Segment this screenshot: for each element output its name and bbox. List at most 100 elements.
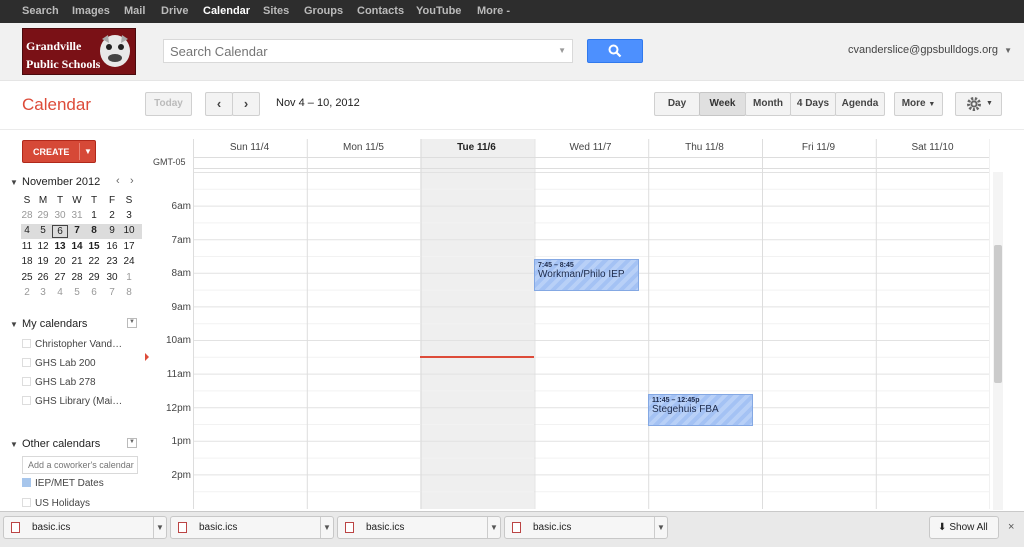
mini-day[interactable]: 2 xyxy=(19,287,35,298)
mini-day[interactable]: 6 xyxy=(52,225,68,239)
download-options-icon[interactable]: ▼ xyxy=(487,517,500,538)
calendar-checkbox[interactable] xyxy=(22,396,31,405)
calendar-checkbox[interactable] xyxy=(22,498,31,507)
search-button[interactable] xyxy=(587,39,643,63)
show-all-downloads-button[interactable]: ⬇ Show All xyxy=(929,516,999,539)
other-calendars-menu-icon[interactable]: ▼ xyxy=(127,438,137,448)
grid-scrollbar-thumb[interactable] xyxy=(994,245,1002,383)
nav-youtube[interactable]: YouTube xyxy=(416,0,461,23)
nav-more[interactable]: More - xyxy=(477,0,510,23)
nav-images[interactable]: Images xyxy=(72,0,110,23)
search-input[interactable] xyxy=(164,40,544,62)
mini-day[interactable]: 3 xyxy=(121,210,137,221)
mini-day[interactable]: 3 xyxy=(35,287,51,298)
mini-day[interactable]: 10 xyxy=(121,225,137,236)
mini-day[interactable]: 22 xyxy=(86,256,102,267)
mini-day[interactable]: 27 xyxy=(52,272,68,283)
day-header-fri[interactable]: Fri 11/9 xyxy=(762,142,875,153)
my-calendars-menu-icon[interactable]: ▼ xyxy=(127,318,137,328)
mini-day[interactable]: 5 xyxy=(35,225,51,236)
calendar-checkbox[interactable] xyxy=(22,478,31,487)
day-header-thu[interactable]: Thu 11/8 xyxy=(648,142,761,153)
download-options-icon[interactable]: ▼ xyxy=(654,517,667,538)
download-item[interactable]: basic.ics ▼ xyxy=(337,516,501,539)
mini-month-collapse-icon[interactable]: ▼ xyxy=(10,178,18,187)
mini-day[interactable]: 30 xyxy=(52,210,68,221)
mini-day[interactable]: 8 xyxy=(86,225,102,236)
download-options-icon[interactable]: ▼ xyxy=(320,517,333,538)
mini-day[interactable]: 28 xyxy=(19,210,35,221)
mini-day[interactable]: 25 xyxy=(19,272,35,283)
mini-day[interactable]: 20 xyxy=(52,256,68,267)
calendar-item-lab200[interactable]: GHS Lab 200 xyxy=(22,358,96,369)
next-period-button[interactable]: › xyxy=(232,92,260,116)
mini-day[interactable]: 6 xyxy=(86,287,102,298)
previous-period-button[interactable]: ‹ xyxy=(205,92,233,116)
nav-contacts[interactable]: Contacts xyxy=(357,0,404,23)
day-header-sun[interactable]: Sun 11/4 xyxy=(193,142,306,153)
calendar-item-us-holidays[interactable]: US Holidays xyxy=(22,498,90,509)
mini-day[interactable]: 29 xyxy=(86,272,102,283)
other-calendars-collapse-icon[interactable]: ▼ xyxy=(10,440,18,449)
nav-groups[interactable]: Groups xyxy=(304,0,343,23)
event-stegehuis-fba[interactable]: 11:45 – 12:45p Stegehuis FBA xyxy=(648,394,753,426)
mini-day[interactable]: 11 xyxy=(19,241,35,252)
mini-day[interactable]: 30 xyxy=(104,272,120,283)
view-4days-button[interactable]: 4 Days xyxy=(790,92,836,116)
mini-day[interactable]: 16 xyxy=(104,241,120,252)
mini-day[interactable]: 15 xyxy=(86,241,102,252)
mini-day[interactable]: 14 xyxy=(69,241,85,252)
view-agenda-button[interactable]: Agenda xyxy=(835,92,885,116)
today-button[interactable]: Today xyxy=(145,92,192,116)
my-calendars-collapse-icon[interactable]: ▼ xyxy=(10,320,18,329)
mini-day[interactable]: 8 xyxy=(121,287,137,298)
more-button[interactable]: More ▼ xyxy=(894,92,943,116)
mini-day[interactable]: 23 xyxy=(104,256,120,267)
event-workman-philo-iep[interactable]: 7:45 – 8:45 Workman/Philo IEP xyxy=(534,259,639,291)
search-options-dropdown-icon[interactable]: ▼ xyxy=(558,46,566,55)
search-box[interactable]: ▼ xyxy=(163,39,573,63)
view-month-button[interactable]: Month xyxy=(745,92,791,116)
add-coworker-input[interactable] xyxy=(22,456,138,474)
settings-button[interactable]: ▼ xyxy=(955,92,1002,116)
mini-day[interactable]: 17 xyxy=(121,241,137,252)
calendar-checkbox[interactable] xyxy=(22,339,31,348)
nav-sites[interactable]: Sites xyxy=(263,0,289,23)
download-item[interactable]: basic.ics ▼ xyxy=(170,516,334,539)
mini-day[interactable]: 28 xyxy=(69,272,85,283)
mini-day[interactable]: 7 xyxy=(69,225,85,236)
mini-day[interactable]: 7 xyxy=(104,287,120,298)
download-options-icon[interactable]: ▼ xyxy=(153,517,166,538)
create-dropdown-icon[interactable]: ▼ xyxy=(84,147,92,156)
mini-day[interactable]: 26 xyxy=(35,272,51,283)
calendar-item-christopher[interactable]: Christopher Vand… xyxy=(22,339,122,350)
calendar-item-lab278[interactable]: GHS Lab 278 xyxy=(22,377,96,388)
download-item[interactable]: basic.ics ▼ xyxy=(504,516,668,539)
day-header-tue[interactable]: Tue 11/6 xyxy=(420,142,533,153)
view-week-button[interactable]: Week xyxy=(699,92,746,116)
nav-drive[interactable]: Drive xyxy=(161,0,189,23)
mini-next-month-icon[interactable]: › xyxy=(130,175,134,187)
mini-day[interactable]: 31 xyxy=(69,210,85,221)
mini-day[interactable]: 18 xyxy=(19,256,35,267)
close-downloads-icon[interactable]: × xyxy=(1008,521,1014,533)
mini-day[interactable]: 12 xyxy=(35,241,51,252)
mini-day[interactable]: 24 xyxy=(121,256,137,267)
view-day-button[interactable]: Day xyxy=(654,92,700,116)
mini-day[interactable]: 1 xyxy=(121,272,137,283)
account-menu[interactable]: cvanderslice@gpsbulldogs.org ▼ xyxy=(848,44,1012,56)
mini-day[interactable]: 1 xyxy=(86,210,102,221)
calendar-checkbox[interactable] xyxy=(22,377,31,386)
mini-day[interactable]: 5 xyxy=(69,287,85,298)
day-header-wed[interactable]: Wed 11/7 xyxy=(534,142,647,153)
calendar-checkbox[interactable] xyxy=(22,358,31,367)
day-header-mon[interactable]: Mon 11/5 xyxy=(307,142,420,153)
create-event-button[interactable]: CREATE ▼ xyxy=(22,140,96,163)
calendar-item-iep-met[interactable]: IEP/MET Dates xyxy=(22,478,104,489)
nav-mail[interactable]: Mail xyxy=(124,0,145,23)
mini-prev-month-icon[interactable]: ‹ xyxy=(116,175,120,187)
mini-day[interactable]: 4 xyxy=(52,287,68,298)
calendar-item-library[interactable]: GHS Library (Mai… xyxy=(22,396,122,407)
mini-day[interactable]: 19 xyxy=(35,256,51,267)
nav-calendar[interactable]: Calendar xyxy=(203,0,250,23)
